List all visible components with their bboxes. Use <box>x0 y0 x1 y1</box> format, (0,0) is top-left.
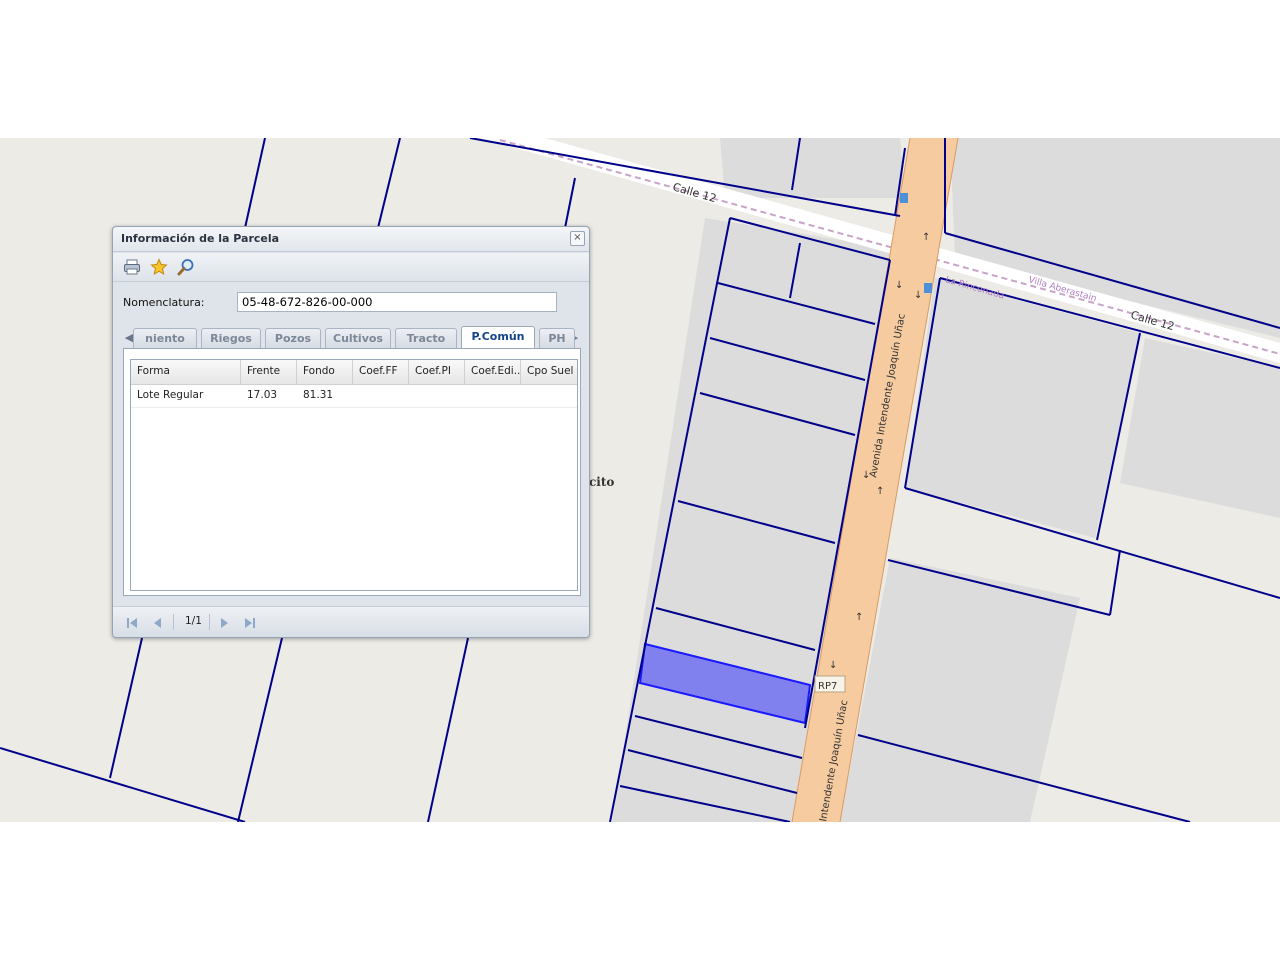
zoom-button[interactable] <box>177 258 195 276</box>
parcel-info-window[interactable]: Información de la Parcela × Nomenclatura… <box>112 226 590 638</box>
star-icon <box>150 258 168 276</box>
window-header[interactable]: Información de la Parcela × <box>113 227 589 252</box>
table-cell: 17.03 <box>247 389 278 401</box>
column-header[interactable]: Frente <box>241 360 297 384</box>
table-cell <box>521 385 577 407</box>
column-header[interactable]: Cpo Suel <box>521 360 577 384</box>
print-button[interactable] <box>123 258 141 276</box>
prev-page-icon <box>154 618 161 628</box>
table-cell: Lote Regular <box>137 389 204 401</box>
data-grid: Forma Frente Fondo Coef.FF Coef.PI Coef.… <box>130 359 578 591</box>
magnifier-icon <box>177 259 194 276</box>
window-title: Información de la Parcela <box>121 232 280 245</box>
grid-header: Forma Frente Fondo Coef.FF Coef.PI Coef.… <box>131 360 577 385</box>
print-icon <box>124 259 140 275</box>
svg-text:↓: ↓ <box>895 280 903 291</box>
pagination-bar: 1/1 <box>113 606 589 637</box>
svg-text:↑: ↑ <box>876 486 884 497</box>
table-cell <box>353 385 409 407</box>
svg-text:↓: ↓ <box>862 470 870 481</box>
column-header[interactable]: Coef.PI <box>409 360 465 384</box>
tab-p-comun[interactable]: P.Común <box>461 326 535 348</box>
close-button[interactable]: × <box>570 231 585 246</box>
map-label-rp7: RP7 <box>818 681 837 692</box>
first-page-icon <box>127 618 137 628</box>
svg-text:↓: ↓ <box>829 660 837 671</box>
favorite-button[interactable] <box>150 258 168 276</box>
tab-riegos[interactable]: Riegos <box>201 328 261 348</box>
first-page-button[interactable] <box>125 615 139 629</box>
nomenclatura-label: Nomenclatura: <box>123 296 205 309</box>
table-cell <box>465 385 521 407</box>
tab-cultivos[interactable]: Cultivos <box>325 328 391 348</box>
tab-strip: niento Riegos Pozos Cultivos Tracto P.Co… <box>121 326 581 348</box>
last-page-button[interactable] <box>243 615 257 629</box>
tab-niento[interactable]: niento <box>133 328 197 348</box>
map-block <box>1120 338 1280 518</box>
map-label-partial: cito <box>589 475 614 489</box>
page-indicator: 1/1 <box>185 615 202 627</box>
svg-text:↑: ↑ <box>922 232 930 243</box>
table-row[interactable]: Lote Regular 17.03 81.31 <box>131 385 577 408</box>
next-page-icon <box>221 618 228 628</box>
column-header[interactable]: Forma <box>131 360 241 384</box>
column-header[interactable]: Coef.FF <box>353 360 409 384</box>
tab-tracto[interactable]: Tracto <box>395 328 457 348</box>
column-header[interactable]: Coef.Edi.. <box>465 360 521 384</box>
toolbar <box>113 253 589 282</box>
pager-separator <box>209 614 210 630</box>
prev-page-button[interactable] <box>151 615 165 629</box>
column-header[interactable]: Fondo <box>297 360 353 384</box>
tab-ph[interactable]: PH <box>539 328 575 348</box>
next-page-button[interactable] <box>217 615 231 629</box>
tab-panel: Forma Frente Fondo Coef.FF Coef.PI Coef.… <box>123 348 581 596</box>
bus-stop-icon <box>924 283 932 293</box>
svg-text:↓: ↓ <box>914 290 922 301</box>
pager-separator <box>173 614 174 630</box>
table-cell: 81.31 <box>303 389 334 401</box>
bus-stop-icon <box>900 193 908 203</box>
tab-pozos[interactable]: Pozos <box>265 328 321 348</box>
svg-text:↑: ↑ <box>855 612 863 623</box>
nomenclatura-field[interactable]: 05-48-672-826-00-000 <box>237 292 557 312</box>
last-page-icon <box>245 618 255 628</box>
table-cell <box>409 385 465 407</box>
